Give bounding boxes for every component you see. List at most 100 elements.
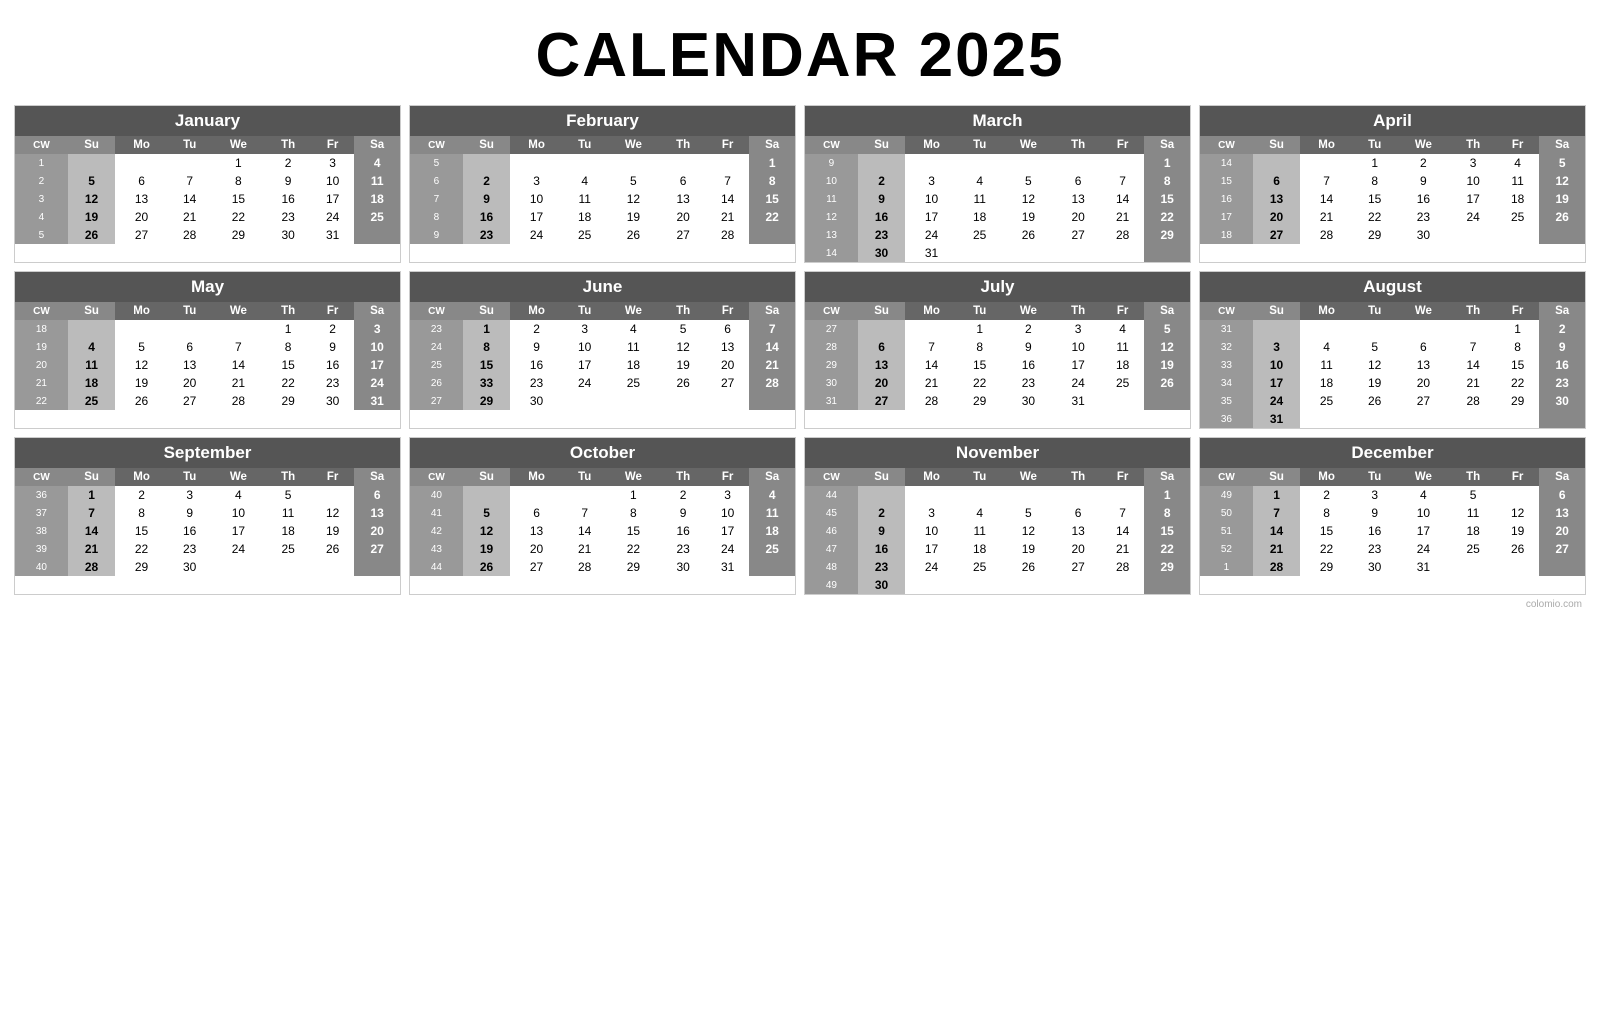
day-cell: 31: [1253, 410, 1300, 428]
day-cell: [68, 320, 115, 338]
day-cell: 7: [68, 504, 115, 522]
day-cell: 7: [1253, 504, 1300, 522]
day-cell: 14: [68, 522, 115, 540]
cw-cell: 31: [1200, 320, 1253, 338]
day-cell: 12: [1144, 338, 1190, 356]
month-block-october: OctoberCWSuMoTuWeThFrSa40123441567891011…: [409, 437, 796, 595]
day-cell: 29: [1496, 392, 1540, 410]
month-block-december: DecemberCWSuMoTuWeThFrSa4912345650789101…: [1199, 437, 1586, 595]
day-cell: 29: [211, 226, 265, 244]
day-cell: 20: [1253, 208, 1300, 226]
day-cell: 12: [68, 190, 115, 208]
cw-cell: 49: [805, 576, 858, 594]
day-cell: 1: [211, 154, 265, 172]
day-cell: [1101, 392, 1145, 410]
day-cell: [958, 486, 1002, 504]
day-cell: 27: [858, 392, 905, 410]
day-cell: [1396, 410, 1450, 428]
month-block-september: SeptemberCWSuMoTuWeThFrSa361234563778910…: [14, 437, 401, 595]
day-cell: [1001, 244, 1055, 262]
day-cell: 31: [1396, 558, 1450, 576]
cw-cell: 17: [1200, 208, 1253, 226]
day-cell: 29: [463, 392, 510, 410]
day-cell: 21: [1300, 208, 1353, 226]
day-cell: 27: [1055, 558, 1101, 576]
day-cell: 20: [115, 208, 168, 226]
month-block-august: AugustCWSuMoTuWeThFrSa311232345678933101…: [1199, 271, 1586, 429]
day-cell: [354, 226, 400, 244]
day-cell: [311, 486, 355, 504]
day-cell: 19: [1144, 356, 1190, 374]
day-cell: 28: [749, 374, 795, 392]
day-cell: 1: [463, 320, 510, 338]
day-cell: [115, 320, 168, 338]
day-cell: 30: [858, 244, 905, 262]
day-cell: 10: [1253, 356, 1300, 374]
day-cell: 9: [1539, 338, 1585, 356]
day-cell: 27: [115, 226, 168, 244]
cw-cell: 37: [15, 504, 68, 522]
day-cell: 8: [1144, 172, 1190, 190]
day-cell: 22: [606, 540, 660, 558]
day-cell: 31: [905, 244, 958, 262]
day-cell: [1450, 320, 1496, 338]
day-cell: 25: [1496, 208, 1540, 226]
day-cell: 30: [510, 392, 563, 410]
day-cell: 16: [510, 356, 563, 374]
day-cell: 26: [1144, 374, 1190, 392]
day-cell: 19: [115, 374, 168, 392]
day-cell: 12: [463, 522, 510, 540]
day-cell: 25: [958, 558, 1002, 576]
day-cell: [1539, 410, 1585, 428]
day-cell: 1: [1353, 154, 1397, 172]
day-cell: 3: [905, 172, 958, 190]
month-block-february: FebruaryCWSuMoTuWeThFrSa5162345678791011…: [409, 105, 796, 263]
day-cell: 17: [1055, 356, 1101, 374]
day-cell: 12: [660, 338, 706, 356]
day-cell: [211, 320, 265, 338]
day-cell: 27: [354, 540, 400, 558]
month-title: November: [805, 438, 1190, 468]
day-cell: 9: [1396, 172, 1450, 190]
cw-cell: 5: [410, 154, 463, 172]
day-cell: [211, 558, 265, 576]
day-cell: 8: [115, 504, 168, 522]
day-cell: 3: [1353, 486, 1397, 504]
cw-cell: 40: [15, 558, 68, 576]
day-cell: [1055, 576, 1101, 594]
day-cell: 21: [749, 356, 795, 374]
day-cell: 22: [1353, 208, 1397, 226]
day-cell: 13: [1055, 522, 1101, 540]
day-cell: 15: [463, 356, 510, 374]
cw-cell: 22: [15, 392, 68, 410]
day-cell: 9: [510, 338, 563, 356]
day-cell: 8: [1353, 172, 1397, 190]
day-cell: 10: [1055, 338, 1101, 356]
day-cell: [1496, 410, 1540, 428]
day-cell: 14: [1101, 522, 1145, 540]
day-cell: 21: [1450, 374, 1496, 392]
day-cell: [905, 154, 958, 172]
cw-cell: 47: [805, 540, 858, 558]
cw-cell: 41: [410, 504, 463, 522]
day-cell: 3: [168, 486, 212, 504]
day-cell: 19: [1539, 190, 1585, 208]
day-cell: 22: [265, 374, 311, 392]
day-cell: 21: [1253, 540, 1300, 558]
day-cell: 14: [563, 522, 607, 540]
day-cell: 24: [311, 208, 355, 226]
day-cell: 26: [311, 540, 355, 558]
day-cell: 10: [211, 504, 265, 522]
day-cell: 17: [706, 522, 750, 540]
day-cell: 21: [1101, 208, 1145, 226]
day-cell: 9: [858, 190, 905, 208]
month-title: August: [1200, 272, 1585, 302]
day-cell: 6: [1055, 172, 1101, 190]
day-cell: 7: [749, 320, 795, 338]
day-cell: 22: [749, 208, 795, 226]
day-cell: [905, 486, 958, 504]
day-cell: 24: [905, 558, 958, 576]
day-cell: 20: [1539, 522, 1585, 540]
day-cell: 23: [858, 226, 905, 244]
day-cell: 30: [1001, 392, 1055, 410]
